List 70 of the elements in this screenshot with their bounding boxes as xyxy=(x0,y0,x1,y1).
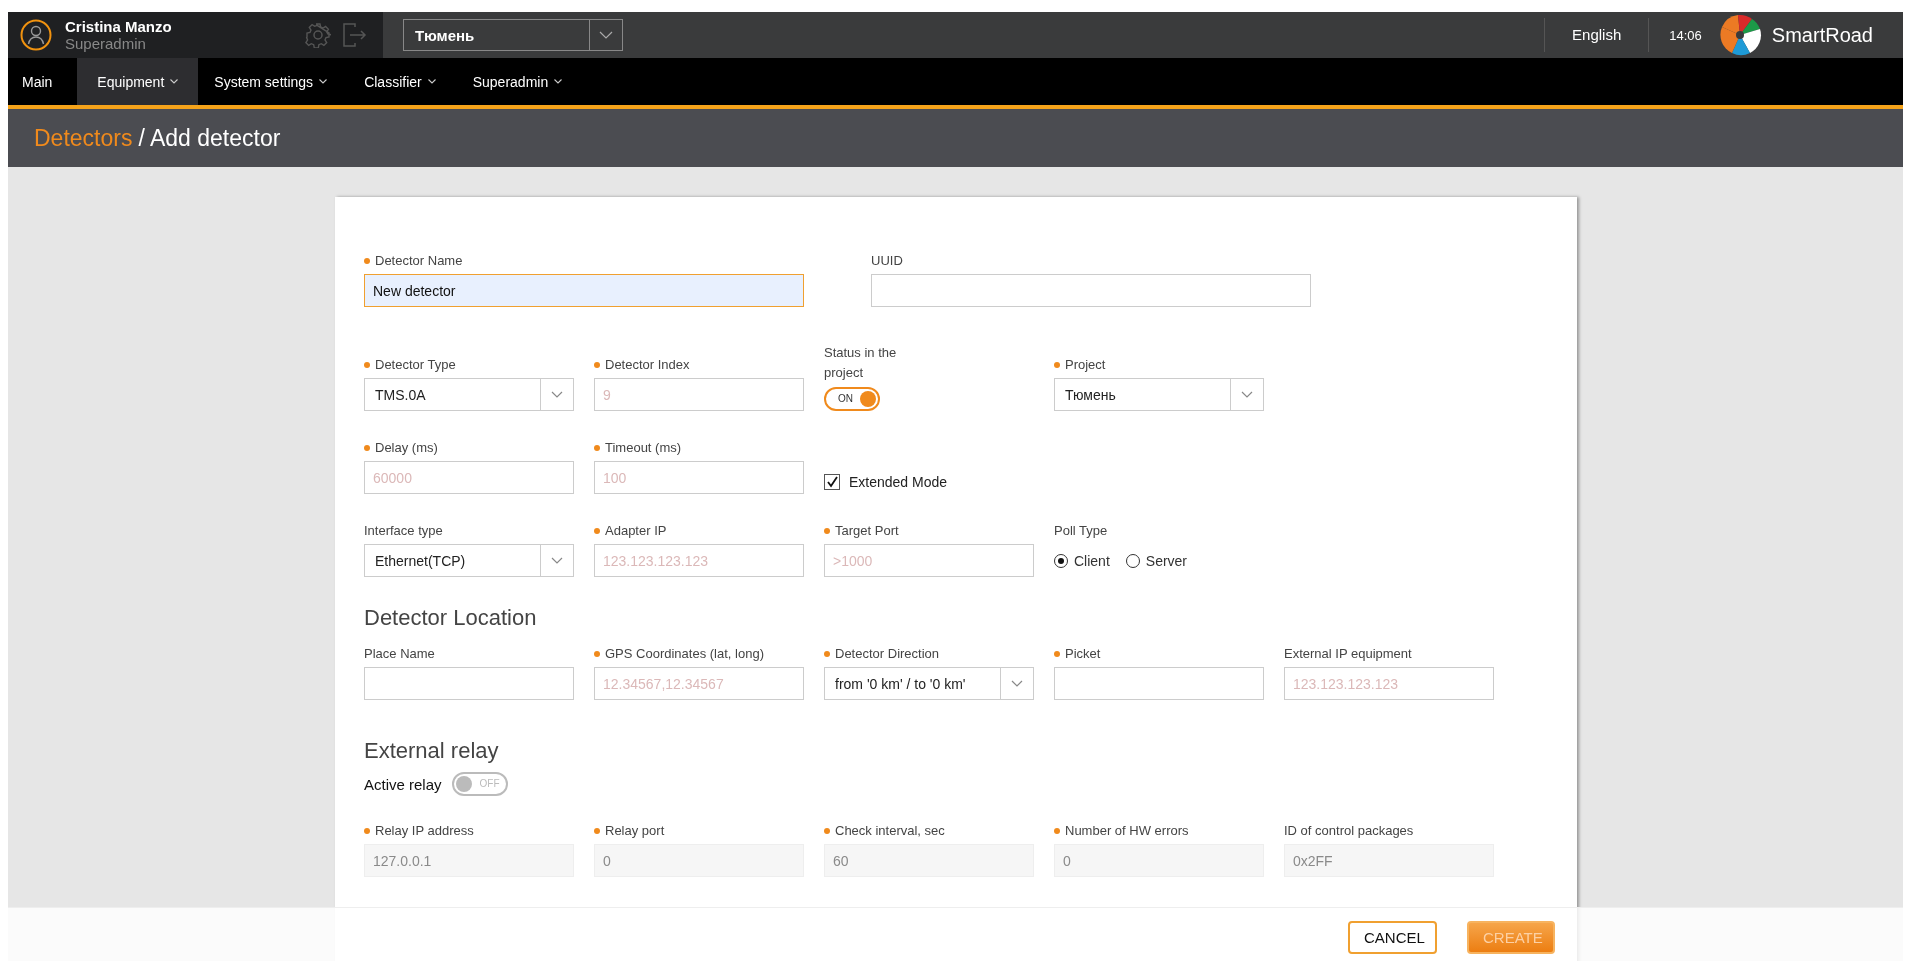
nav-menu-item[interactable]: Equipment xyxy=(77,58,199,105)
chevron-down-icon xyxy=(599,30,613,40)
chevron-down-icon xyxy=(427,79,436,84)
select-dropdown[interactable]: Тюмень xyxy=(1054,378,1264,411)
field-label: Adapter IP xyxy=(605,523,667,538)
chevron-down-icon xyxy=(1241,390,1253,399)
checkbox-label: Extended Mode xyxy=(849,474,948,490)
user-role: Superadmin xyxy=(65,35,147,52)
project-select[interactable]: Тюмень xyxy=(403,19,623,51)
nav-menu-item[interactable]: Classifier xyxy=(352,58,457,105)
user-avatar-icon[interactable] xyxy=(20,19,52,51)
field-label: Detector Index xyxy=(605,357,690,372)
select-dropdown[interactable]: TMS.0A xyxy=(364,378,574,411)
field-label: Relay port xyxy=(605,823,665,838)
field-label: Status in the project xyxy=(824,344,898,382)
language-selector[interactable]: English xyxy=(1545,18,1649,52)
input-field[interactable]: 12.34567,12.34567 xyxy=(594,667,804,700)
input-field[interactable]: >1000 xyxy=(824,544,1034,577)
input-field[interactable]: 60000 xyxy=(364,461,574,494)
chevron-down-icon xyxy=(170,79,179,84)
nav-menu-item[interactable]: Superadmin xyxy=(460,58,584,105)
input-field[interactable] xyxy=(871,274,1311,307)
field-label: Poll Type xyxy=(1054,523,1108,538)
field-label: Delay (ms) xyxy=(375,440,438,455)
field-label: Project xyxy=(1065,357,1106,372)
field-label: External IP equipment xyxy=(1284,646,1412,661)
input-field[interactable]: 100 xyxy=(594,461,804,494)
field-label: Relay IP address xyxy=(375,823,474,838)
chevron-down-icon xyxy=(319,79,328,84)
checkbox[interactable] xyxy=(824,474,840,490)
chevron-down-icon xyxy=(1011,679,1023,688)
input-field[interactable] xyxy=(1054,667,1264,700)
user-name: Cristina Manzo xyxy=(65,18,173,35)
field-label: Detector Type xyxy=(375,357,456,372)
toggle-switch[interactable]: ON xyxy=(824,387,880,411)
field-label: Detector Name xyxy=(375,253,463,268)
brand-name: SmartRoad xyxy=(1771,23,1873,47)
chevron-down-icon xyxy=(551,390,563,399)
input-field[interactable]: 123.123.123.123 xyxy=(1284,667,1494,700)
select-dropdown[interactable]: from '0 km' / to '0 km' xyxy=(824,667,1034,700)
toggle-label: Active relay xyxy=(364,775,442,793)
input-field[interactable]: 123.123.123.123 xyxy=(594,544,804,577)
field-label: Timeout (ms) xyxy=(605,440,682,455)
nav-menu-item[interactable]: System settings xyxy=(202,58,349,105)
select-dropdown[interactable]: Ethernet(TCP) xyxy=(364,544,574,577)
page-title: / Add detector xyxy=(138,124,281,152)
radio-label: Client xyxy=(1074,552,1110,569)
input-field[interactable]: 9 xyxy=(594,378,804,411)
chevron-down-icon xyxy=(554,79,563,84)
clock-time: 14:06 xyxy=(1669,27,1702,43)
nav-menu-item[interactable]: Main xyxy=(10,58,74,105)
field-label: ID of control packages xyxy=(1284,823,1414,838)
settings-icon[interactable] xyxy=(305,22,331,48)
field-label: UUID xyxy=(871,253,903,268)
field-label: Number of HW errors xyxy=(1065,823,1189,838)
input-field[interactable] xyxy=(364,667,574,700)
radio-label: Server xyxy=(1145,552,1188,569)
field-label: Target Port xyxy=(835,523,899,538)
field-label: Picket xyxy=(1065,646,1101,661)
field-label: Check interval, sec xyxy=(835,823,945,838)
field-label: Place Name xyxy=(364,646,435,661)
field-label: Detector Direction xyxy=(835,646,940,661)
input-field[interactable]: New detector xyxy=(364,274,804,307)
section-heading: Detector Location xyxy=(364,605,538,631)
field-label: Interface type xyxy=(364,523,443,538)
logout-icon[interactable] xyxy=(341,22,367,48)
chevron-down-icon xyxy=(551,556,563,565)
section-heading: External relay xyxy=(364,738,500,764)
field-label: GPS Coordinates (lat, long) xyxy=(605,646,764,661)
cancel-button[interactable]: CANCEL xyxy=(1348,920,1437,954)
